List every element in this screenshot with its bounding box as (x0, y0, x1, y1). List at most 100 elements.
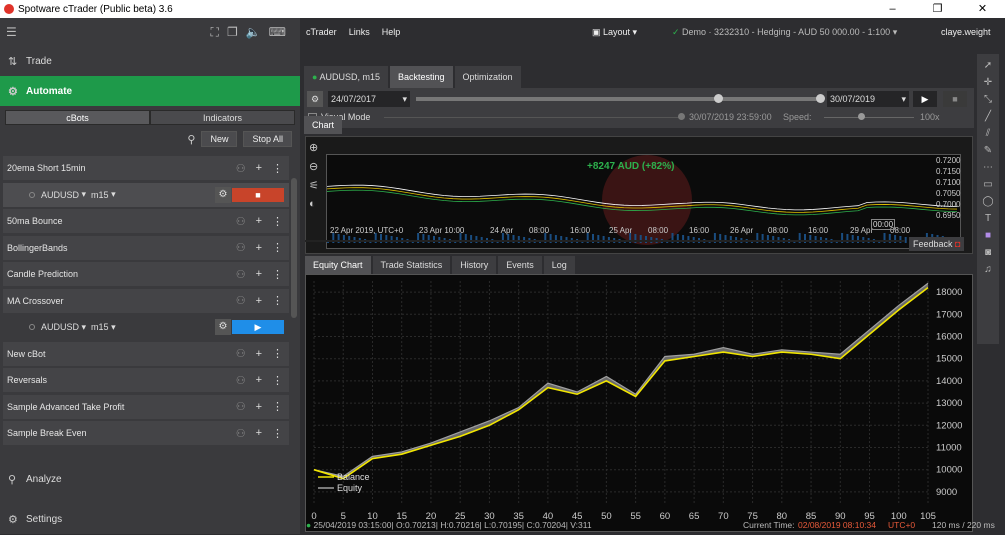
new-button[interactable]: New (201, 131, 238, 147)
end-date-input[interactable]: 30/07/2019 ▾ (827, 91, 909, 107)
date-range-slider[interactable] (416, 97, 824, 101)
add-instance-icon[interactable]: + (256, 427, 262, 439)
nav-trade[interactable]: ⇅ Trade (0, 46, 300, 76)
instances-icon[interactable]: ⚇ (236, 241, 246, 254)
hamburger-menu-icon[interactable]: ☰ (6, 25, 17, 39)
instance-settings-gear-icon[interactable]: ⚙ (215, 319, 231, 335)
tab-optimization[interactable]: Optimization (454, 66, 521, 88)
tab-indicators[interactable]: Indicators (150, 110, 295, 125)
cbot-item[interactable]: Reversals ⚇ + ⋮ (3, 368, 289, 392)
tab-equity-chart[interactable]: Equity Chart (305, 256, 371, 274)
instance-run-button[interactable]: ■ (232, 187, 284, 202)
add-instance-icon[interactable]: + (256, 374, 262, 386)
backtest-settings-gear-icon[interactable]: ⚙ (307, 91, 323, 107)
cbot-item[interactable]: Sample Break Even ⚇ + ⋮ (3, 421, 289, 445)
search-icon[interactable]: ⚲ (187, 133, 195, 146)
instance-settings-gear-icon[interactable]: ⚙ (215, 186, 231, 203)
more-options-icon[interactable]: ⋮ (272, 427, 283, 440)
stop-button[interactable]: ■ (943, 91, 967, 107)
cbot-item[interactable]: Sample Advanced Take Profit ⚇ + ⋮ (3, 394, 289, 419)
menu-ctrader[interactable]: cTrader (306, 27, 337, 37)
grid-icon[interactable]: ⋯ (983, 162, 993, 173)
instance-symbol[interactable]: AUDUSD (41, 190, 79, 200)
instances-icon[interactable]: ⚇ (236, 374, 246, 387)
instances-icon[interactable]: ⚇ (236, 215, 246, 228)
feedback-button[interactable]: Feedback ◘ (909, 237, 965, 251)
more-options-icon[interactable]: ⋮ (272, 215, 283, 228)
range-start-handle[interactable] (714, 94, 723, 103)
menu-help[interactable]: Help (382, 27, 401, 37)
screenshot-icon[interactable]: ⛶ (211, 25, 219, 40)
account-selector[interactable]: ✓ Demo · 3232310 - Hedging - AUD 50 000.… (672, 27, 897, 38)
cbot-instance[interactable]: AUDUSD ▾ m15 ▾ ⚙ ■ (3, 182, 289, 207)
add-instance-icon[interactable]: + (256, 401, 262, 413)
tab-trade-statistics[interactable]: Trade Statistics (372, 256, 451, 274)
cbot-item[interactable]: New cBot ⚇ + ⋮ (3, 341, 289, 366)
tab-log[interactable]: Log (543, 256, 575, 274)
tab-backtesting[interactable]: Backtesting (389, 66, 453, 88)
measure-icon[interactable]: ⤡ (984, 94, 992, 105)
windows-icon[interactable]: ❐ (227, 25, 238, 39)
alert-bell-icon[interactable]: ♫ (984, 264, 992, 275)
cbot-list-scrollbar[interactable] (291, 178, 297, 318)
instances-icon[interactable]: ⚇ (236, 347, 246, 360)
tab-symbol[interactable]: ● AUDUSD, m15 (304, 66, 388, 88)
instances-icon[interactable]: ⚇ (236, 400, 246, 413)
tab-history[interactable]: History (452, 256, 497, 274)
rectangle-icon[interactable]: ▭ (983, 179, 992, 190)
sound-icon[interactable]: 🔈 (246, 25, 261, 39)
stop-all-button[interactable]: Stop All (243, 131, 292, 147)
instance-run-button[interactable]: ▶ (232, 320, 284, 334)
tab-chart[interactable]: Chart (304, 116, 343, 134)
add-instance-icon[interactable]: + (256, 242, 262, 254)
instance-symbol[interactable]: AUDUSD (41, 322, 79, 332)
zoom-in-icon[interactable]: ⊕ (309, 141, 319, 154)
language-icon[interactable]: ⌨ (269, 25, 286, 39)
visual-progress-handle[interactable] (678, 113, 685, 120)
more-options-icon[interactable]: ⋮ (272, 241, 283, 254)
cbot-item[interactable]: MA Crossover ⚇ + ⋮ (3, 288, 289, 313)
minimize-button[interactable]: – (870, 0, 915, 18)
chart-settings-icon[interactable]: ⚟ (309, 179, 319, 192)
cbot-item[interactable]: Candle Prediction ⚇ + ⋮ (3, 262, 289, 286)
more-options-icon[interactable]: ⋮ (272, 400, 283, 413)
instances-icon[interactable]: ⚇ (236, 162, 246, 175)
speed-handle[interactable] (858, 113, 865, 120)
maximize-button[interactable]: ❐ (915, 0, 960, 18)
more-options-icon[interactable]: ⋮ (272, 294, 283, 307)
chart-hscroll[interactable] (305, 240, 905, 242)
menu-links[interactable]: Links (349, 27, 370, 37)
chart-info-icon[interactable]: ◐ (309, 198, 319, 210)
add-instance-icon[interactable]: + (256, 268, 262, 280)
cbot-instance[interactable]: AUDUSD ▾ m15 ▾ ⚙ ▶ (3, 315, 289, 339)
add-instance-icon[interactable]: + (256, 295, 262, 307)
equity-chart[interactable]: 9000 10000 11000 12000 13000 14000 15000 16000 1… (305, 274, 973, 532)
cbot-item[interactable]: 20ema Short 15min ⚇ + ⋮ (3, 156, 289, 180)
instances-icon[interactable]: ⚇ (236, 294, 246, 307)
cbot-item[interactable]: BollingerBands ⚇ + ⋮ (3, 235, 289, 260)
tab-events[interactable]: Events (498, 256, 542, 274)
crosshair-icon[interactable]: ✛ (984, 77, 992, 88)
more-options-icon[interactable]: ⋮ (272, 374, 283, 387)
close-button[interactable]: ✕ (960, 0, 1005, 18)
instances-icon[interactable]: ⚇ (236, 427, 246, 440)
play-button[interactable]: ▶ (913, 91, 937, 107)
more-options-icon[interactable]: ⋮ (272, 162, 283, 175)
add-instance-icon[interactable]: + (256, 348, 262, 360)
nav-automate[interactable]: ⚙ Automate (0, 76, 300, 106)
add-instance-icon[interactable]: + (256, 162, 262, 174)
speed-slider[interactable] (824, 117, 914, 118)
cbot-item[interactable]: 50ma Bounce ⚇ + ⋮ (3, 209, 289, 233)
add-instance-icon[interactable]: + (256, 215, 262, 227)
instances-icon[interactable]: ⚇ (236, 268, 246, 281)
more-options-icon[interactable]: ⋮ (272, 268, 283, 281)
nav-settings[interactable]: ⚙ Settings (0, 504, 300, 534)
instance-timeframe[interactable]: m15 (91, 322, 109, 332)
zoom-out-icon[interactable]: ⊖ (309, 160, 319, 173)
user-name[interactable]: claye.weight (941, 27, 991, 37)
color-icon[interactable]: ■ (985, 230, 991, 241)
instance-timeframe[interactable]: m15 (91, 190, 109, 200)
pencil-icon[interactable]: ✎ (984, 145, 992, 156)
layout-dropdown[interactable]: ▣ Layout ▾ (592, 27, 637, 38)
tab-cbots[interactable]: cBots (5, 110, 150, 125)
